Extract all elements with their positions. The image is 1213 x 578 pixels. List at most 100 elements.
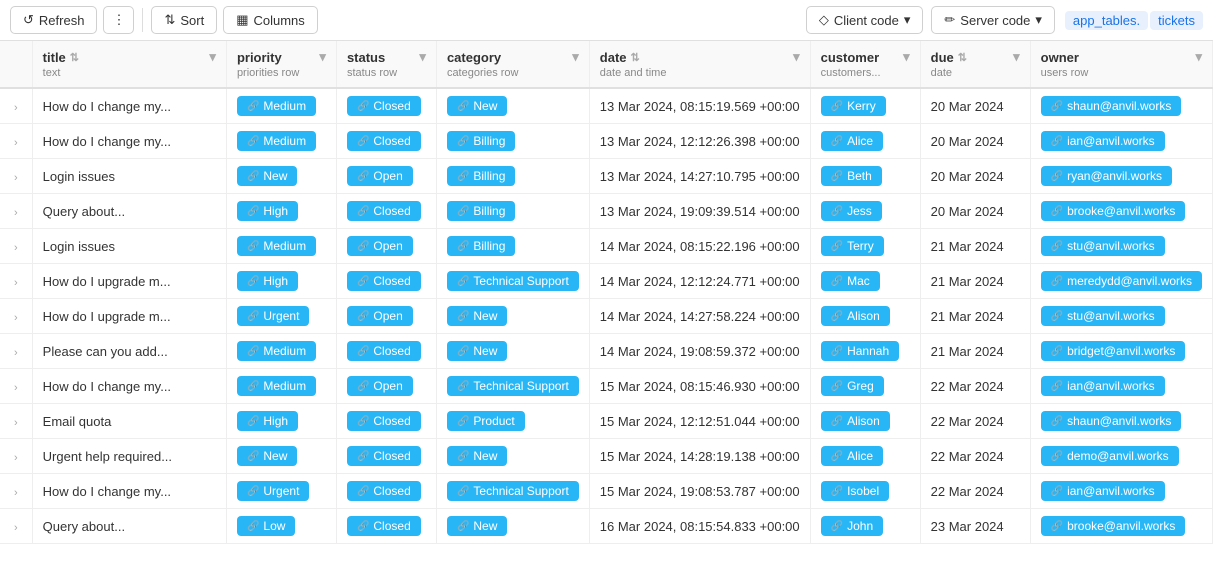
- customer-tag[interactable]: 🔗 Terry: [821, 236, 884, 256]
- owner-dropdown-icon[interactable]: ▾: [1195, 49, 1202, 65]
- category-tag[interactable]: 🔗 New: [447, 516, 507, 536]
- owner-tag[interactable]: 🔗 ian@anvil.works: [1041, 376, 1165, 396]
- owner-tag[interactable]: 🔗 brooke@anvil.works: [1041, 516, 1186, 536]
- category-tag[interactable]: 🔗 Technical Support: [447, 271, 579, 291]
- due-dropdown-icon[interactable]: ▾: [1013, 49, 1020, 65]
- status-tag[interactable]: 🔗 Closed: [347, 201, 421, 221]
- category-tag[interactable]: 🔗 New: [447, 446, 507, 466]
- customer-tag[interactable]: 🔗 Hannah: [821, 341, 900, 361]
- date-sort-icon[interactable]: ⇅: [631, 51, 640, 64]
- priority-dropdown-icon[interactable]: ▾: [319, 49, 326, 65]
- category-tag[interactable]: 🔗 Technical Support: [447, 481, 579, 501]
- status-tag[interactable]: 🔗 Closed: [347, 411, 421, 431]
- priority-tag[interactable]: 🔗 Urgent: [237, 481, 309, 501]
- owner-tag[interactable]: 🔗 stu@anvil.works: [1041, 306, 1165, 326]
- owner-tag[interactable]: 🔗 shaun@anvil.works: [1041, 96, 1182, 116]
- category-tag[interactable]: 🔗 New: [447, 341, 507, 361]
- customer-tag[interactable]: 🔗 Mac: [821, 271, 880, 291]
- customer-tag[interactable]: 🔗 Greg: [821, 376, 884, 396]
- status-tag[interactable]: 🔗 Closed: [347, 446, 421, 466]
- priority-tag[interactable]: 🔗 Medium: [237, 131, 316, 151]
- owner-tag[interactable]: 🔗 bridget@anvil.works: [1041, 341, 1186, 361]
- status-tag[interactable]: 🔗 Closed: [347, 96, 421, 116]
- priority-tag[interactable]: 🔗 High: [237, 271, 298, 291]
- server-code-button[interactable]: ✏ Server code ▾: [931, 6, 1055, 34]
- expand-button[interactable]: ›: [10, 345, 22, 361]
- customer-tag[interactable]: 🔗 John: [821, 516, 883, 536]
- category-tag[interactable]: 🔗 New: [447, 96, 507, 116]
- status-tag[interactable]: 🔗 Open: [347, 236, 413, 256]
- category-tag[interactable]: 🔗 Technical Support: [447, 376, 579, 396]
- customer-tag[interactable]: 🔗 Kerry: [821, 96, 886, 116]
- category-tag[interactable]: 🔗 Billing: [447, 201, 515, 221]
- owner-tag[interactable]: 🔗 ryan@anvil.works: [1041, 166, 1172, 186]
- category-tag[interactable]: 🔗 Billing: [447, 236, 515, 256]
- expand-button[interactable]: ›: [10, 380, 22, 396]
- priority-tag[interactable]: 🔗 Medium: [237, 96, 316, 116]
- status-tag[interactable]: 🔗 Closed: [347, 131, 421, 151]
- priority-tag[interactable]: 🔗 Medium: [237, 376, 316, 396]
- priority-tag[interactable]: 🔗 Medium: [237, 341, 316, 361]
- status-tag[interactable]: 🔗 Closed: [347, 481, 421, 501]
- due-sort-icon[interactable]: ⇅: [958, 51, 967, 64]
- customer-tag[interactable]: 🔗 Alice: [821, 446, 883, 466]
- title-sort-icon[interactable]: ⇅: [70, 51, 79, 64]
- date-value: 15 Mar 2024, 12:12:51.044 +00:00: [600, 414, 800, 429]
- date-dropdown-icon[interactable]: ▾: [793, 49, 800, 65]
- expand-button[interactable]: ›: [10, 450, 22, 466]
- expand-button[interactable]: ›: [10, 520, 22, 536]
- owner-tag[interactable]: 🔗 ian@anvil.works: [1041, 131, 1165, 151]
- status-tag[interactable]: 🔗 Closed: [347, 341, 421, 361]
- category-tag[interactable]: 🔗 Billing: [447, 166, 515, 186]
- category-value: New: [473, 449, 497, 463]
- customer-tag[interactable]: 🔗 Beth: [821, 166, 882, 186]
- client-code-chevron: ▾: [904, 12, 911, 28]
- expand-button[interactable]: ›: [10, 275, 22, 291]
- owner-tag[interactable]: 🔗 brooke@anvil.works: [1041, 201, 1186, 221]
- sort-button[interactable]: ⇅ Sort: [151, 6, 217, 34]
- status-tag[interactable]: 🔗 Open: [347, 166, 413, 186]
- priority-tag[interactable]: 🔗 High: [237, 411, 298, 431]
- status-tag[interactable]: 🔗 Open: [347, 306, 413, 326]
- status-tag[interactable]: 🔗 Closed: [347, 516, 421, 536]
- status-dropdown-icon[interactable]: ▾: [419, 49, 426, 65]
- customer-tag[interactable]: 🔗 Alice: [821, 131, 883, 151]
- client-code-button[interactable]: ◇ Client code ▾: [806, 6, 924, 34]
- category-tag[interactable]: 🔗 Billing: [447, 131, 515, 151]
- refresh-button[interactable]: ↺ Refresh: [10, 6, 97, 34]
- priority-tag[interactable]: 🔗 New: [237, 446, 297, 466]
- priority-tag[interactable]: 🔗 High: [237, 201, 298, 221]
- priority-tag[interactable]: 🔗 Urgent: [237, 306, 309, 326]
- status-tag[interactable]: 🔗 Open: [347, 376, 413, 396]
- customer-tag[interactable]: 🔗 Jess: [821, 201, 882, 221]
- customer-dropdown-icon[interactable]: ▾: [903, 49, 910, 65]
- owner-tag[interactable]: 🔗 ian@anvil.works: [1041, 481, 1165, 501]
- owner-tag[interactable]: 🔗 stu@anvil.works: [1041, 236, 1165, 256]
- title-dropdown-icon[interactable]: ▾: [209, 49, 216, 65]
- category-tag[interactable]: 🔗 Product: [447, 411, 525, 431]
- priority-tag[interactable]: 🔗 Medium: [237, 236, 316, 256]
- expand-button[interactable]: ›: [10, 135, 22, 151]
- owner-tag[interactable]: 🔗 shaun@anvil.works: [1041, 411, 1182, 431]
- priority-cell: 🔗 Low: [226, 509, 336, 544]
- columns-button[interactable]: ▦ Columns: [223, 6, 318, 34]
- category-dropdown-icon[interactable]: ▾: [572, 49, 579, 65]
- priority-tag[interactable]: 🔗 Low: [237, 516, 295, 536]
- customer-tag[interactable]: 🔗 Isobel: [821, 481, 889, 501]
- customer-tag[interactable]: 🔗 Alison: [821, 306, 890, 326]
- category-tag[interactable]: 🔗 New: [447, 306, 507, 326]
- expand-button[interactable]: ›: [10, 205, 22, 221]
- more-options-button[interactable]: ⋮: [103, 6, 134, 34]
- owner-tag[interactable]: 🔗 demo@anvil.works: [1041, 446, 1179, 466]
- expand-button[interactable]: ›: [10, 240, 22, 256]
- expand-button[interactable]: ›: [10, 100, 22, 116]
- expand-button[interactable]: ›: [10, 485, 22, 501]
- customer-tag[interactable]: 🔗 Alison: [821, 411, 890, 431]
- expand-button[interactable]: ›: [10, 415, 22, 431]
- owner-tag[interactable]: 🔗 meredydd@anvil.works: [1041, 271, 1202, 291]
- status-tag[interactable]: 🔗 Closed: [347, 271, 421, 291]
- expand-button[interactable]: ›: [10, 170, 22, 186]
- priority-tag[interactable]: 🔗 New: [237, 166, 297, 186]
- status-cell: 🔗 Open: [336, 369, 436, 404]
- expand-button[interactable]: ›: [10, 310, 22, 326]
